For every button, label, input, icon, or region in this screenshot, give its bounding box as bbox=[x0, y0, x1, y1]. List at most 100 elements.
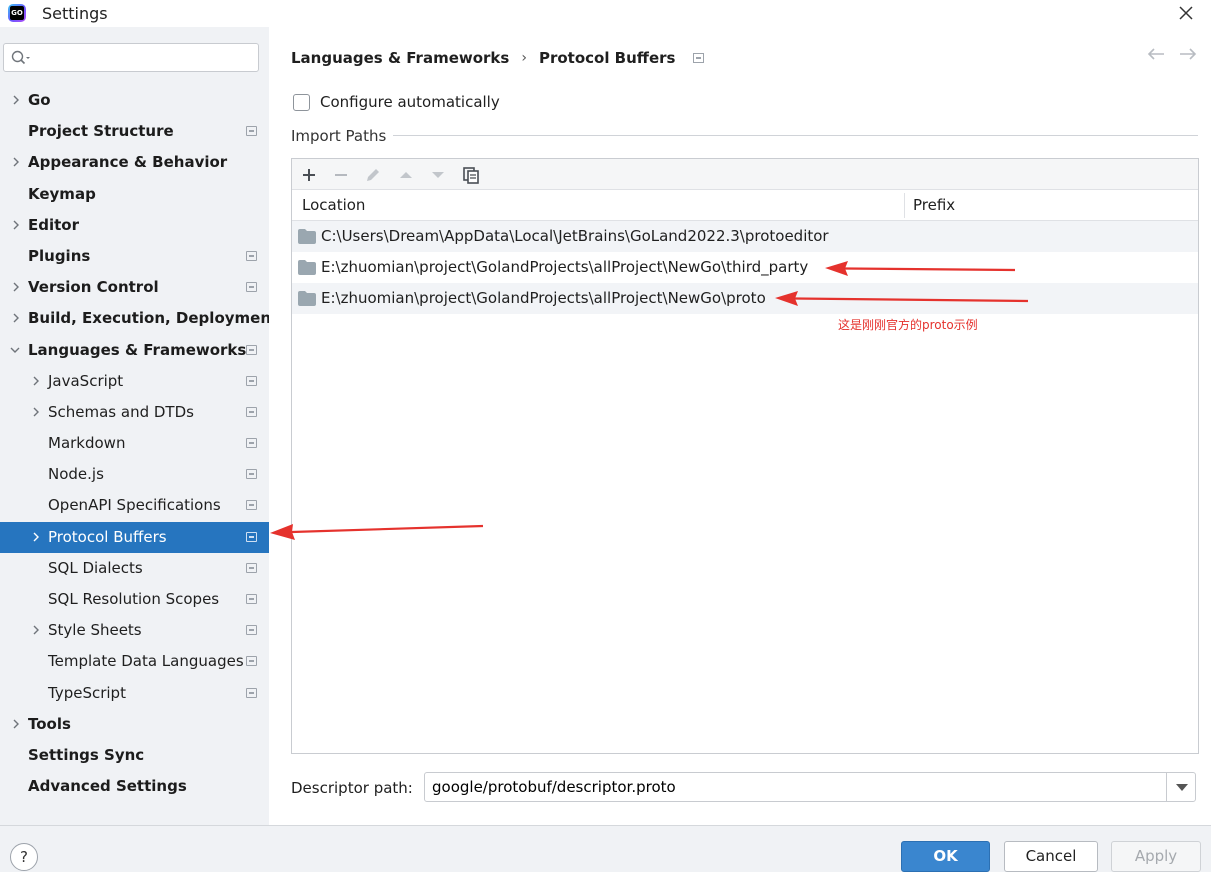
sidebar-item-template-data-languages[interactable]: Template Data Languages bbox=[0, 646, 269, 677]
project-settings-icon bbox=[246, 656, 257, 667]
project-settings-icon bbox=[246, 594, 257, 604]
sidebar-item-label: Markdown bbox=[48, 434, 126, 453]
sidebar-item-label: OpenAPI Specifications bbox=[48, 496, 221, 515]
chevron-right-icon[interactable] bbox=[31, 407, 41, 417]
project-settings-icon bbox=[246, 438, 257, 449]
sidebar-item-label: Go bbox=[28, 91, 51, 109]
folder-icon bbox=[298, 229, 316, 244]
project-settings-icon bbox=[246, 469, 257, 480]
add-icon[interactable] bbox=[298, 164, 320, 186]
column-divider[interactable] bbox=[904, 193, 905, 218]
chevron-right-icon[interactable] bbox=[11, 95, 21, 105]
table-row[interactable]: C:\Users\Dream\AppData\Local\JetBrains\G… bbox=[292, 221, 1198, 252]
configure-automatically-checkbox[interactable] bbox=[293, 93, 310, 111]
descriptor-path-combobox[interactable] bbox=[424, 772, 1196, 802]
project-settings-icon bbox=[246, 250, 257, 261]
navigation-arrows bbox=[1147, 47, 1197, 61]
annotation-text: 这是刚刚官方的proto示例 bbox=[838, 318, 978, 332]
section-divider bbox=[393, 135, 1198, 136]
search-icon bbox=[11, 50, 30, 65]
table-header: Location Prefix bbox=[292, 190, 1198, 221]
sidebar-item-sql-dialects[interactable]: SQL Dialects bbox=[0, 553, 269, 584]
sidebar-item-label: Languages & Frameworks bbox=[28, 340, 247, 359]
sidebar-item-typescript[interactable]: TypeScript bbox=[0, 678, 269, 709]
settings-sidebar: Go Project Structure Appearance & Behavi… bbox=[0, 27, 278, 825]
column-header-location[interactable]: Location bbox=[302, 196, 365, 214]
chevron-right-icon[interactable] bbox=[11, 313, 21, 323]
project-settings-icon bbox=[246, 375, 257, 386]
cancel-button[interactable]: Cancel bbox=[1004, 841, 1098, 872]
sidebar-item-advanced-settings[interactable]: Advanced Settings bbox=[0, 771, 269, 802]
sidebar-item-nodejs[interactable]: Node.js bbox=[0, 459, 269, 490]
project-settings-icon bbox=[693, 53, 705, 63]
remove-icon[interactable] bbox=[330, 164, 352, 186]
sidebar-item-markdown[interactable]: Markdown bbox=[0, 428, 269, 459]
sidebar-item-version-control[interactable]: Version Control bbox=[0, 272, 269, 303]
table-row[interactable]: E:\zhuomian\project\GolandProjects\allPr… bbox=[292, 252, 1198, 283]
sidebar-item-label: Keymap bbox=[28, 184, 96, 203]
chevron-right-icon[interactable] bbox=[31, 532, 41, 542]
forward-arrow-icon[interactable] bbox=[1179, 47, 1197, 61]
sidebar-item-build[interactable]: Build, Execution, Deployment bbox=[0, 303, 278, 334]
project-settings-icon bbox=[246, 126, 257, 137]
copy-icon[interactable] bbox=[460, 164, 482, 186]
move-down-icon[interactable] bbox=[427, 164, 449, 186]
sidebar-item-label: Project Structure bbox=[28, 122, 174, 141]
sidebar-item-label: Plugins bbox=[28, 246, 91, 265]
sidebar-item-settings-sync[interactable]: Settings Sync bbox=[0, 740, 269, 771]
chevron-right-icon[interactable] bbox=[11, 157, 21, 167]
configure-automatically-option[interactable]: Configure automatically bbox=[293, 93, 500, 111]
sidebar-item-label: SQL Dialects bbox=[48, 558, 143, 577]
sidebar-item-openapi[interactable]: OpenAPI Specifications bbox=[0, 490, 269, 521]
move-up-icon[interactable] bbox=[395, 164, 417, 186]
sidebar-item-plugins[interactable]: Plugins bbox=[0, 241, 269, 272]
sidebar-item-style-sheets[interactable]: Style Sheets bbox=[0, 615, 269, 646]
sidebar-item-tools[interactable]: Tools bbox=[0, 709, 269, 740]
sidebar-item-appearance[interactable]: Appearance & Behavior bbox=[0, 147, 269, 178]
sidebar-item-editor[interactable]: Editor bbox=[0, 210, 269, 241]
sidebar-item-label: Schemas and DTDs bbox=[48, 402, 194, 421]
sidebar-item-sql-resolution-scopes[interactable]: SQL Resolution Scopes bbox=[0, 584, 269, 615]
window-title: Settings bbox=[42, 4, 108, 23]
sidebar-item-protocol-buffers[interactable]: Protocol Buffers bbox=[0, 521, 269, 553]
chevron-down-icon[interactable] bbox=[1166, 773, 1195, 801]
chevron-right-icon[interactable] bbox=[11, 282, 21, 292]
sidebar-item-keymap[interactable]: Keymap bbox=[0, 179, 269, 210]
sidebar-item-project-structure[interactable]: Project Structure bbox=[0, 116, 269, 147]
import-paths-table: Location Prefix C:\Users\Dream\AppData\L… bbox=[291, 158, 1199, 754]
sidebar-item-javascript[interactable]: JavaScript bbox=[0, 366, 269, 397]
location-cell: E:\zhuomian\project\GolandProjects\allPr… bbox=[321, 289, 766, 307]
descriptor-path-input[interactable] bbox=[432, 776, 1152, 798]
breadcrumb-parent[interactable]: Languages & Frameworks bbox=[291, 49, 509, 67]
project-settings-icon bbox=[246, 625, 257, 636]
import-paths-title: Import Paths bbox=[291, 127, 387, 145]
chevron-right-icon[interactable] bbox=[31, 625, 41, 635]
edit-icon[interactable] bbox=[362, 164, 384, 186]
settings-content: Languages & Frameworks › Protocol Buffer… bbox=[269, 27, 1211, 825]
apply-button[interactable]: Apply bbox=[1111, 841, 1201, 872]
dialog-footer: ? OK Cancel Apply bbox=[0, 825, 1211, 872]
breadcrumb: Languages & Frameworks › Protocol Buffer… bbox=[291, 49, 705, 67]
folder-icon bbox=[298, 291, 316, 306]
sidebar-item-schemas-dtds[interactable]: Schemas and DTDs bbox=[0, 397, 269, 428]
ok-button[interactable]: OK bbox=[901, 841, 990, 872]
sidebar-item-label: Appearance & Behavior bbox=[28, 153, 228, 172]
chevron-right-icon[interactable] bbox=[11, 220, 21, 230]
chevron-right-icon[interactable] bbox=[31, 376, 41, 386]
project-settings-icon bbox=[246, 344, 257, 355]
configure-automatically-label: Configure automatically bbox=[320, 93, 500, 111]
settings-search-box[interactable] bbox=[3, 43, 259, 72]
chevron-right-icon[interactable] bbox=[11, 719, 21, 729]
back-arrow-icon[interactable] bbox=[1147, 47, 1165, 61]
sidebar-item-go[interactable]: Go bbox=[0, 85, 269, 116]
table-row[interactable]: E:\zhuomian\project\GolandProjects\allPr… bbox=[292, 283, 1198, 314]
sidebar-item-label: Template Data Languages bbox=[48, 652, 244, 671]
help-button[interactable]: ? bbox=[10, 843, 38, 871]
close-window-button[interactable] bbox=[1175, 2, 1197, 24]
column-header-prefix[interactable]: Prefix bbox=[913, 196, 955, 214]
goland-logo-icon: GO bbox=[8, 4, 26, 22]
chevron-down-icon[interactable] bbox=[10, 345, 20, 355]
settings-search-input[interactable] bbox=[34, 47, 249, 69]
settings-tree: Go Project Structure Appearance & Behavi… bbox=[0, 85, 278, 802]
sidebar-item-languages-frameworks[interactable]: Languages & Frameworks bbox=[0, 335, 269, 366]
